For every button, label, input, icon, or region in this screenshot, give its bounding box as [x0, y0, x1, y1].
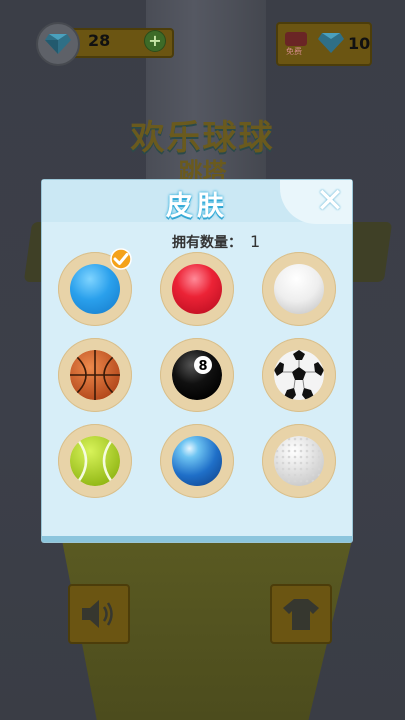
free-label: 免费 [286, 47, 302, 56]
golf-ball-icon [274, 436, 324, 486]
sound-button[interactable] [68, 584, 130, 644]
owned-count: 1 [250, 232, 261, 251]
diamond-icon [318, 33, 344, 53]
skin-slot-red-ball[interactable] [160, 252, 234, 326]
blue-ball-icon [70, 264, 120, 314]
shirt-icon [283, 599, 319, 630]
skin-slot-golf-ball[interactable] [262, 424, 336, 498]
skin-slot-tennis-ball[interactable] [58, 424, 132, 498]
shop-shirt-button[interactable] [270, 584, 332, 644]
gem-counter: 28 + [36, 22, 174, 66]
close-button[interactable]: ✕ [310, 182, 350, 220]
tennis-ball-icon [70, 436, 120, 486]
owned-count-row: 拥有数量： 1 [172, 232, 260, 252]
dialog-bottom-edge [42, 536, 352, 542]
skin-slot-blue-ball[interactable] [58, 248, 132, 326]
skin-grid: 8 [58, 248, 336, 498]
free-gems-button[interactable]: 免费 10 [276, 22, 372, 66]
basketball-icon [70, 350, 120, 400]
skin-slot-soccer-ball[interactable] [262, 338, 336, 412]
eight-ball-icon: 8 [172, 350, 222, 400]
check-icon [110, 248, 132, 270]
add-gems-button[interactable]: + [144, 30, 166, 52]
svg-text:8: 8 [198, 359, 207, 374]
skin-slot-white-ball[interactable] [262, 252, 336, 326]
free-gem-count: 10 [348, 34, 371, 53]
speaker-icon [82, 600, 113, 628]
white-ball-icon [274, 264, 324, 314]
owned-label: 拥有数量： [172, 235, 242, 251]
skin-slot-eight-ball[interactable]: 8 [160, 338, 234, 412]
skin-dialog: 皮肤 ✕ 拥有数量： 1 8 [42, 180, 352, 542]
skin-slot-basketball[interactable] [58, 338, 132, 412]
skin-slot-glass-blue-ball[interactable] [160, 424, 234, 498]
glass-blue-ball-icon [172, 436, 222, 486]
gem-count: 28 [88, 31, 111, 50]
diamond-icon [36, 22, 80, 66]
soccer-ball-icon [274, 350, 324, 400]
red-ball-icon [172, 264, 222, 314]
